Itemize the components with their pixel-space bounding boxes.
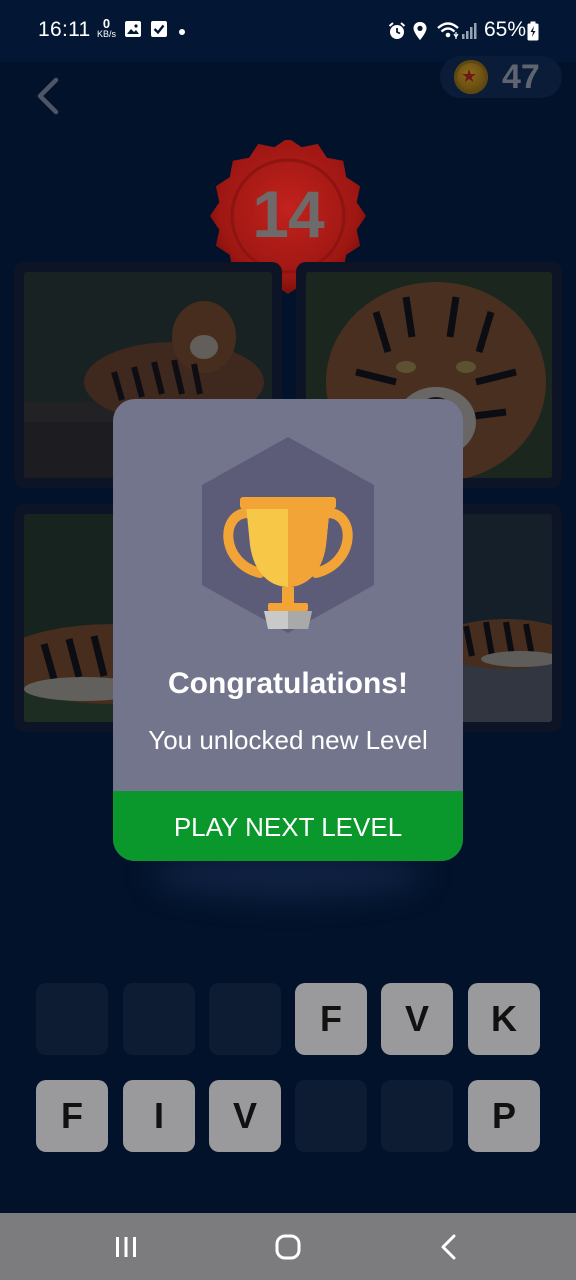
location-icon — [413, 22, 427, 40]
coin-count: 47 — [502, 58, 540, 96]
battery-percent: 65% — [484, 18, 527, 41]
level-complete-dialog: Congratulations! You unlocked new Level … — [113, 399, 463, 861]
letter-tile[interactable] — [123, 983, 195, 1055]
letter-slots: F V K F I V P — [36, 983, 542, 1155]
battery-charging-icon — [527, 21, 539, 41]
coin-star-icon: ★ — [454, 60, 488, 94]
letter-tile[interactable] — [209, 983, 281, 1055]
alarm-icon — [388, 22, 406, 39]
status-time: 16:11 — [38, 18, 91, 41]
net-speed: 0 KB/s — [97, 17, 116, 39]
signal-icon — [462, 23, 477, 39]
dialog-title: Congratulations! — [168, 667, 408, 700]
trophy-badge — [198, 435, 378, 635]
status-bar: 16:11 0 KB/s 65% — [0, 0, 576, 62]
letter-tile[interactable] — [381, 1080, 453, 1152]
letter-tile[interactable]: F — [295, 983, 367, 1055]
letter-tile[interactable] — [36, 983, 108, 1055]
coin-balance: ★ 47 — [440, 56, 562, 98]
back-button[interactable] — [30, 74, 70, 118]
system-nav-bar — [0, 1213, 576, 1280]
letter-tile[interactable]: F — [36, 1080, 108, 1152]
home-icon[interactable] — [263, 1227, 313, 1267]
letter-tile[interactable]: I — [123, 1080, 195, 1152]
dialog-message: You unlocked new Level — [148, 725, 428, 755]
notification-dot-icon — [179, 29, 185, 35]
letter-tile[interactable]: P — [468, 1080, 540, 1152]
letter-tile[interactable]: V — [381, 983, 453, 1055]
task-check-icon — [151, 21, 167, 37]
letter-tile[interactable]: V — [209, 1080, 281, 1152]
level-number: 14 — [252, 177, 324, 251]
net-speed-unit: KB/s — [97, 29, 117, 39]
letter-tile[interactable] — [295, 1080, 367, 1152]
gallery-icon — [125, 21, 141, 37]
nav-back-icon[interactable] — [424, 1227, 474, 1267]
wifi-icon — [437, 22, 459, 39]
recent-apps-icon[interactable] — [101, 1227, 151, 1267]
play-next-level-button[interactable]: PLAY NEXT LEVEL — [113, 791, 463, 861]
letter-tile[interactable]: K — [468, 983, 540, 1055]
trophy-icon — [202, 437, 374, 633]
